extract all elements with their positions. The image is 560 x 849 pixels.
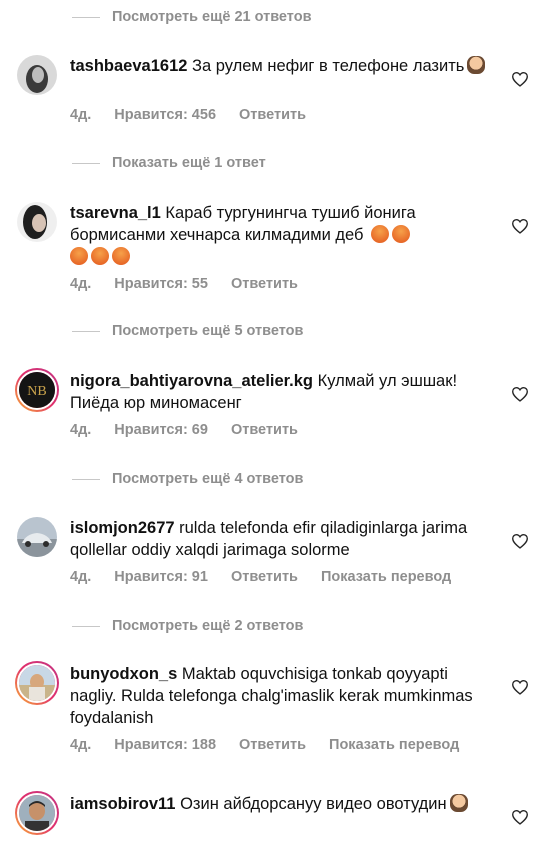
heart-outline-icon[interactable] — [511, 218, 529, 234]
divider-line — [72, 625, 100, 627]
divider-line — [72, 16, 100, 18]
view-replies-label: Показать ещё 1 ответ — [112, 155, 266, 171]
heart-outline-icon[interactable] — [511, 71, 529, 87]
heart-outline-icon[interactable] — [511, 533, 529, 549]
comment-age: 4д. — [70, 737, 92, 753]
comment-likes[interactable]: Нравится: 91 — [114, 569, 208, 585]
comment-username[interactable]: tashbaeva1612 — [70, 57, 187, 75]
comment-body: За рулем нефиг в телефоне лазить — [192, 57, 465, 75]
view-replies-toggle[interactable]: Посмотреть ещё 21 ответов — [72, 5, 311, 29]
reply-button[interactable]: Ответить — [239, 737, 306, 753]
view-replies-label: Посмотреть ещё 21 ответов — [112, 9, 312, 25]
avatar[interactable]: NB — [15, 368, 59, 412]
comment-username[interactable]: nigora_bahtiyarovna_atelier.kg — [70, 372, 313, 390]
avatar[interactable] — [17, 55, 57, 95]
angry-emoji-icon — [112, 247, 130, 265]
divider-line — [72, 330, 100, 332]
comment-username[interactable]: islomjon2677 — [70, 519, 175, 537]
comment-meta: 4д. Нравится: 55 Ответить — [70, 276, 321, 292]
avatar[interactable] — [17, 517, 57, 557]
avatar[interactable] — [15, 791, 59, 835]
comment-age: 4д. — [70, 276, 92, 292]
angry-emoji-icon — [371, 225, 390, 243]
translate-button[interactable]: Показать перевод — [329, 737, 459, 753]
view-replies-toggle[interactable]: Посмотреть ещё 2 ответов — [72, 614, 303, 638]
heart-outline-icon[interactable] — [511, 679, 529, 695]
view-replies-toggle[interactable]: Посмотреть ещё 4 ответов — [72, 467, 303, 491]
comment-meta: 4д. Нравится: 456 Ответить — [70, 107, 329, 123]
translate-button[interactable]: Показать перевод — [321, 569, 451, 585]
angry-emoji-icon — [70, 247, 88, 265]
comment-text-block: bunyodxon_s Maktab oquvchisiga tonkab qo… — [70, 663, 490, 729]
comment-age: 4д. — [70, 422, 92, 438]
comment-meta: 4д. Нравится: 188 Ответить Показать пере… — [70, 737, 482, 753]
person-emoji-icon — [467, 56, 486, 74]
comment-age: 4д. — [70, 569, 92, 585]
brand-monogram: NB — [27, 384, 46, 399]
reply-button[interactable]: Ответить — [239, 107, 306, 123]
comment-username[interactable]: bunyodxon_s — [70, 665, 177, 683]
avatar[interactable] — [17, 202, 57, 242]
angry-emoji-icon — [392, 225, 411, 243]
comment-meta: 4д. Нравится: 91 Ответить Показать перев… — [70, 569, 474, 585]
comment-likes[interactable]: Нравится: 69 — [114, 422, 208, 438]
comment-text-block: tashbaeva1612 За рулем нефиг в телефоне … — [70, 55, 490, 77]
comment-username[interactable]: iamsobirov11 — [70, 795, 175, 813]
comment-likes[interactable]: Нравится: 55 — [114, 276, 208, 292]
person-emoji-icon — [449, 794, 468, 812]
view-replies-toggle[interactable]: Показать ещё 1 ответ — [72, 151, 266, 175]
reply-button[interactable]: Ответить — [231, 569, 298, 585]
comment-likes[interactable]: Нравится: 456 — [114, 107, 216, 123]
divider-line — [72, 162, 100, 164]
reply-button[interactable]: Ответить — [231, 276, 298, 292]
divider-line — [72, 478, 100, 480]
view-replies-toggle[interactable]: Посмотреть ещё 5 ответов — [72, 319, 303, 343]
comment-text-block: islomjon2677 rulda telefonda efir qiladi… — [70, 517, 490, 561]
comment-meta: 4д. Нравится: 69 Ответить — [70, 422, 321, 438]
comment-username[interactable]: tsarevna_l1 — [70, 204, 161, 222]
heart-outline-icon[interactable] — [511, 386, 529, 402]
reply-button[interactable]: Ответить — [231, 422, 298, 438]
view-replies-label: Посмотреть ещё 2 ответов — [112, 618, 304, 634]
comment-text-block: tsarevna_l1 Караб тургунингча тушиб йони… — [70, 202, 490, 268]
heart-outline-icon[interactable] — [511, 809, 529, 825]
comment-text-block: nigora_bahtiyarovna_atelier.kg Кулмай ул… — [70, 370, 490, 414]
view-replies-label: Посмотреть ещё 4 ответов — [112, 471, 304, 487]
view-replies-label: Посмотреть ещё 5 ответов — [112, 323, 304, 339]
comment-body: Озин айбдорсануу видео овотудин — [180, 795, 447, 813]
comment-likes[interactable]: Нравится: 188 — [114, 737, 216, 753]
comment-text-block: iamsobirov11 Озин айбдорсануу видео овот… — [70, 793, 490, 815]
angry-emoji-icon — [91, 247, 109, 265]
avatar[interactable] — [15, 661, 59, 705]
comment-age: 4д. — [70, 107, 92, 123]
